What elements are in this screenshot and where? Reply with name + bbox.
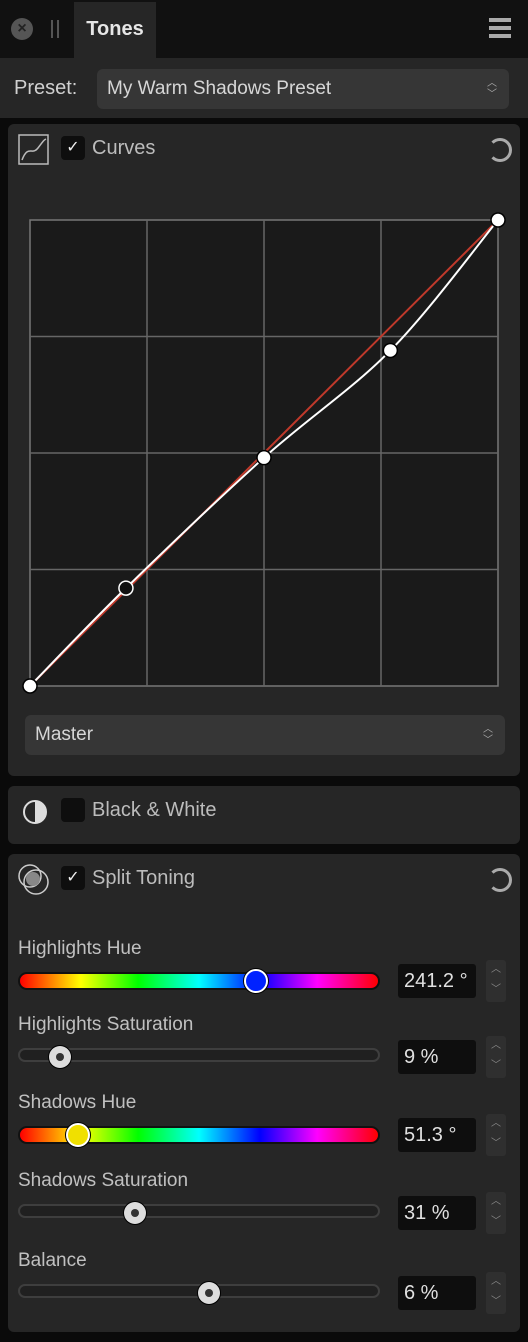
balance-label: Balance (18, 1250, 87, 1271)
preset-select[interactable]: My Warm Shadows Preset ︿ ﹀ (97, 69, 509, 109)
highlights-saturation-slider[interactable] (18, 1048, 380, 1062)
curve-point[interactable] (256, 449, 272, 466)
channel-select[interactable]: Master ︿ ﹀ (25, 715, 505, 755)
shadows-saturation-label: Shadows Saturation (18, 1170, 189, 1191)
hamburger-menu-icon[interactable] (489, 18, 511, 38)
split-toning-title: Split Toning (92, 867, 196, 889)
grip-icon[interactable] (51, 20, 59, 38)
close-icon[interactable]: × (11, 18, 33, 40)
balance-value[interactable]: 6 % (398, 1276, 476, 1310)
slider-thumb[interactable] (244, 969, 269, 993)
highlights-hue-slider[interactable] (18, 972, 380, 990)
shadows-hue-value[interactable]: 51.3 ° (398, 1118, 476, 1152)
shadows-saturation-value[interactable]: 31 % (398, 1196, 476, 1230)
preset-value: My Warm Shadows Preset (107, 78, 332, 99)
curve-point[interactable] (382, 342, 399, 359)
highlights-hue-stepper[interactable]: ︿ ﹀ (486, 960, 506, 1002)
slider-thumb[interactable] (123, 1202, 146, 1224)
balance-stepper[interactable]: ︿ ﹀ (486, 1272, 506, 1314)
curves-title: Curves (92, 137, 156, 159)
highlights-saturation-stepper[interactable]: ︿ ﹀ (486, 1036, 506, 1078)
curves-checkbox[interactable]: ✓ (61, 136, 85, 160)
highlights-hue-label: Highlights Hue (18, 938, 142, 959)
chevron-updown-icon: ︿ ﹀ (487, 78, 497, 100)
half-circle-icon (23, 800, 47, 824)
black-white-title: Black & White (92, 799, 217, 821)
highlights-saturation-value[interactable]: 9 % (398, 1040, 476, 1074)
slider-thumb[interactable] (49, 1046, 72, 1068)
channel-value: Master (35, 724, 94, 745)
shadows-saturation-stepper[interactable]: ︿ ﹀ (486, 1192, 506, 1234)
shadows-hue-label: Shadows Hue (18, 1092, 137, 1113)
curves-graph[interactable] (20, 210, 510, 696)
black-white-checkbox[interactable] (61, 798, 85, 822)
reset-icon[interactable] (488, 868, 512, 892)
shadows-hue-stepper[interactable]: ︿ ﹀ (486, 1114, 506, 1156)
highlights-hue-value[interactable]: 241.2 ° (398, 964, 476, 998)
reset-icon[interactable] (488, 138, 512, 162)
curve-point[interactable] (118, 580, 134, 596)
preset-label: Preset: (14, 77, 78, 99)
curve-point[interactable] (22, 678, 38, 694)
slider-thumb[interactable] (198, 1282, 221, 1304)
split-toning-icon (18, 864, 49, 895)
tab-tones[interactable]: Tones (74, 2, 156, 58)
curve-graph-icon (18, 134, 49, 165)
slider-thumb[interactable] (66, 1123, 91, 1147)
curve-point[interactable] (490, 212, 506, 228)
shadows-saturation-slider[interactable] (18, 1204, 380, 1218)
split-toning-checkbox[interactable]: ✓ (61, 866, 85, 890)
chevron-updown-icon: ︿ ﹀ (483, 724, 493, 746)
highlights-saturation-label: Highlights Saturation (18, 1014, 194, 1035)
